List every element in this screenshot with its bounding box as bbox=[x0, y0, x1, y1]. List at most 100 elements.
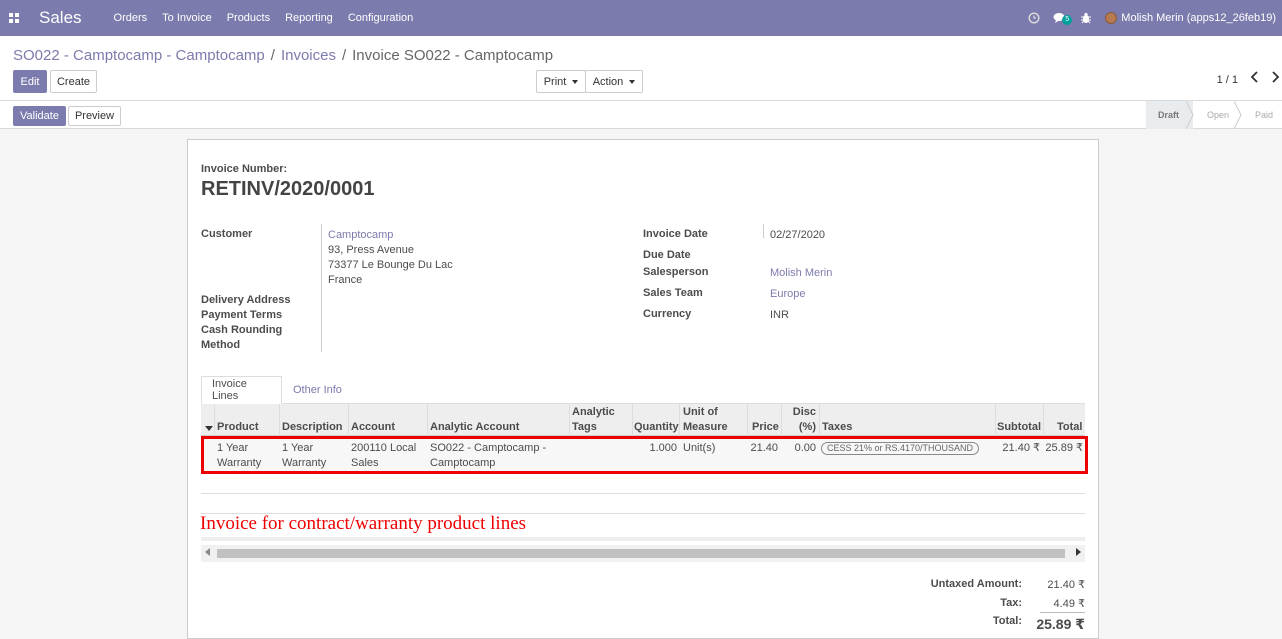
sales-team-link[interactable]: Europe bbox=[770, 288, 805, 300]
customer-address-line: 73377 Le Bounge Du Lac bbox=[328, 259, 453, 271]
breadcrumb-separator: / bbox=[341, 47, 347, 64]
col-analytic-account[interactable]: Analytic Account bbox=[430, 420, 519, 435]
cash-rounding-label: Cash Rounding bbox=[201, 324, 283, 336]
top-navbar: Sales Orders To Invoice Products Reporti… bbox=[0, 0, 1282, 36]
totals-divider bbox=[1040, 612, 1085, 613]
notebook-tabs: Invoice Lines Other Info bbox=[201, 376, 1085, 404]
col-uom[interactable]: Unit of Measure bbox=[683, 405, 728, 435]
col-uom-line2: Measure bbox=[683, 421, 728, 433]
highlight-box bbox=[201, 436, 1088, 474]
cash-rounding-label-2: Method bbox=[201, 339, 241, 351]
column-separator bbox=[279, 404, 280, 436]
validate-button[interactable]: Validate bbox=[13, 106, 66, 126]
app-brand[interactable]: Sales bbox=[39, 8, 82, 28]
activity-clock-icon[interactable] bbox=[1021, 12, 1047, 24]
untaxed-amount-value: 21.40 ₹ bbox=[1047, 579, 1085, 591]
col-analytic-tags[interactable]: Analytic Tags bbox=[572, 405, 615, 435]
col-discount-line2: (%) bbox=[798, 421, 816, 433]
tab-invoice-lines[interactable]: Invoice Lines bbox=[201, 376, 282, 404]
horizontal-scrollbar[interactable] bbox=[201, 545, 1085, 562]
create-button[interactable]: Create bbox=[50, 70, 97, 93]
column-separator bbox=[995, 404, 996, 436]
col-taxes[interactable]: Taxes bbox=[822, 420, 852, 435]
messages-icon[interactable]: 5 bbox=[1047, 12, 1073, 25]
menu-reporting[interactable]: Reporting bbox=[285, 12, 333, 24]
tax-label: Tax: bbox=[1000, 597, 1022, 609]
customer-label: Customer bbox=[201, 228, 253, 240]
stage-label: Open bbox=[1207, 110, 1230, 120]
customer-link[interactable]: Camptocamp bbox=[328, 229, 393, 241]
untaxed-amount-label: Untaxed Amount: bbox=[930, 578, 1022, 590]
status-stages: Draft Open Paid bbox=[1146, 101, 1282, 129]
debug-bug-icon[interactable] bbox=[1073, 12, 1099, 24]
table-divider bbox=[201, 493, 1085, 494]
col-account[interactable]: Account bbox=[351, 420, 395, 435]
breadcrumb-sale-order[interactable]: SO022 - Camptocamp - Camptocamp bbox=[13, 47, 265, 64]
col-subtotal[interactable]: Subtotal bbox=[997, 420, 1041, 435]
salesperson-label: Salesperson bbox=[643, 266, 709, 278]
lines-table-header: Product Description Account Analytic Acc… bbox=[201, 404, 1085, 436]
col-description[interactable]: Description bbox=[282, 420, 343, 435]
tab-other-info[interactable]: Other Info bbox=[283, 376, 352, 404]
action-label: Action bbox=[592, 75, 624, 88]
column-separator bbox=[348, 404, 349, 436]
pager-previous-icon[interactable] bbox=[1250, 70, 1260, 86]
invoice-date-value: 02/27/2020 bbox=[770, 229, 826, 241]
col-analytic-tags-line2: Tags bbox=[572, 421, 597, 433]
stage-label: Paid bbox=[1255, 110, 1274, 120]
currency-label: Currency bbox=[643, 308, 692, 320]
table-footer bbox=[201, 537, 1085, 541]
caret-down-icon bbox=[572, 79, 579, 84]
preview-button[interactable]: Preview bbox=[68, 106, 121, 126]
menu-to-invoice[interactable]: To Invoice bbox=[162, 12, 212, 24]
menu-orders[interactable]: Orders bbox=[114, 12, 148, 24]
menu-configuration[interactable]: Configuration bbox=[348, 12, 413, 24]
currency-value: INR bbox=[770, 309, 789, 321]
total-label: Total: bbox=[992, 615, 1022, 627]
scroll-right-icon[interactable] bbox=[1076, 548, 1081, 558]
scrollbar-thumb[interactable] bbox=[217, 549, 1065, 558]
total-value: 25.89 ₹ bbox=[1036, 616, 1085, 632]
column-separator bbox=[569, 404, 570, 436]
breadcrumb-invoices[interactable]: Invoices bbox=[281, 47, 336, 64]
due-date-label: Due Date bbox=[643, 249, 691, 261]
payment-terms-label: Payment Terms bbox=[201, 309, 283, 321]
col-price[interactable]: Price bbox=[752, 420, 779, 435]
col-quantity[interactable]: Quantity bbox=[634, 420, 679, 435]
annotation-text: Invoice for contract/warranty product li… bbox=[200, 513, 527, 534]
user-menu[interactable]: Molish Merin (apps12_26feb19) bbox=[1105, 12, 1276, 24]
field-separator bbox=[763, 224, 764, 238]
menu-products[interactable]: Products bbox=[227, 12, 270, 24]
tax-value: 4.49 ₹ bbox=[1053, 598, 1085, 610]
apps-menu-icon[interactable] bbox=[1, 13, 27, 23]
edit-button[interactable]: Edit bbox=[13, 70, 47, 93]
sales-team-label: Sales Team bbox=[643, 287, 703, 299]
pager-value[interactable]: 1 / 1 bbox=[1217, 74, 1238, 86]
col-discount[interactable]: Disc (%) bbox=[781, 405, 816, 435]
stage-arrow-icon bbox=[1186, 101, 1194, 129]
col-product[interactable]: Product bbox=[217, 420, 259, 435]
status-bar: Validate Preview Draft Open Paid bbox=[0, 101, 1282, 129]
column-separator bbox=[819, 404, 820, 436]
column-separator bbox=[214, 404, 215, 436]
column-separator bbox=[632, 404, 633, 436]
sort-caret-icon[interactable] bbox=[205, 426, 213, 431]
stage-open[interactable]: Open bbox=[1193, 101, 1242, 129]
col-analytic-tags-line1: Analytic bbox=[572, 406, 615, 418]
col-total[interactable]: Total bbox=[1057, 420, 1082, 435]
action-dropdown[interactable]: Action bbox=[585, 70, 643, 93]
scroll-left-icon[interactable] bbox=[205, 548, 210, 558]
invoice-date-label: Invoice Date bbox=[643, 228, 708, 240]
column-separator bbox=[747, 404, 748, 436]
print-dropdown[interactable]: Print bbox=[536, 70, 586, 93]
column-separator bbox=[679, 404, 680, 436]
avatar bbox=[1105, 12, 1118, 24]
stage-draft: Draft bbox=[1146, 101, 1194, 129]
col-discount-line1: Disc bbox=[792, 406, 816, 418]
invoice-number-label: Invoice Number: bbox=[201, 163, 288, 175]
caret-down-icon bbox=[629, 79, 636, 84]
pager-next-icon[interactable] bbox=[1270, 70, 1280, 86]
breadcrumb-separator: / bbox=[270, 47, 275, 64]
salesperson-link[interactable]: Molish Merin bbox=[770, 267, 832, 279]
delivery-address-label: Delivery Address bbox=[201, 294, 291, 306]
